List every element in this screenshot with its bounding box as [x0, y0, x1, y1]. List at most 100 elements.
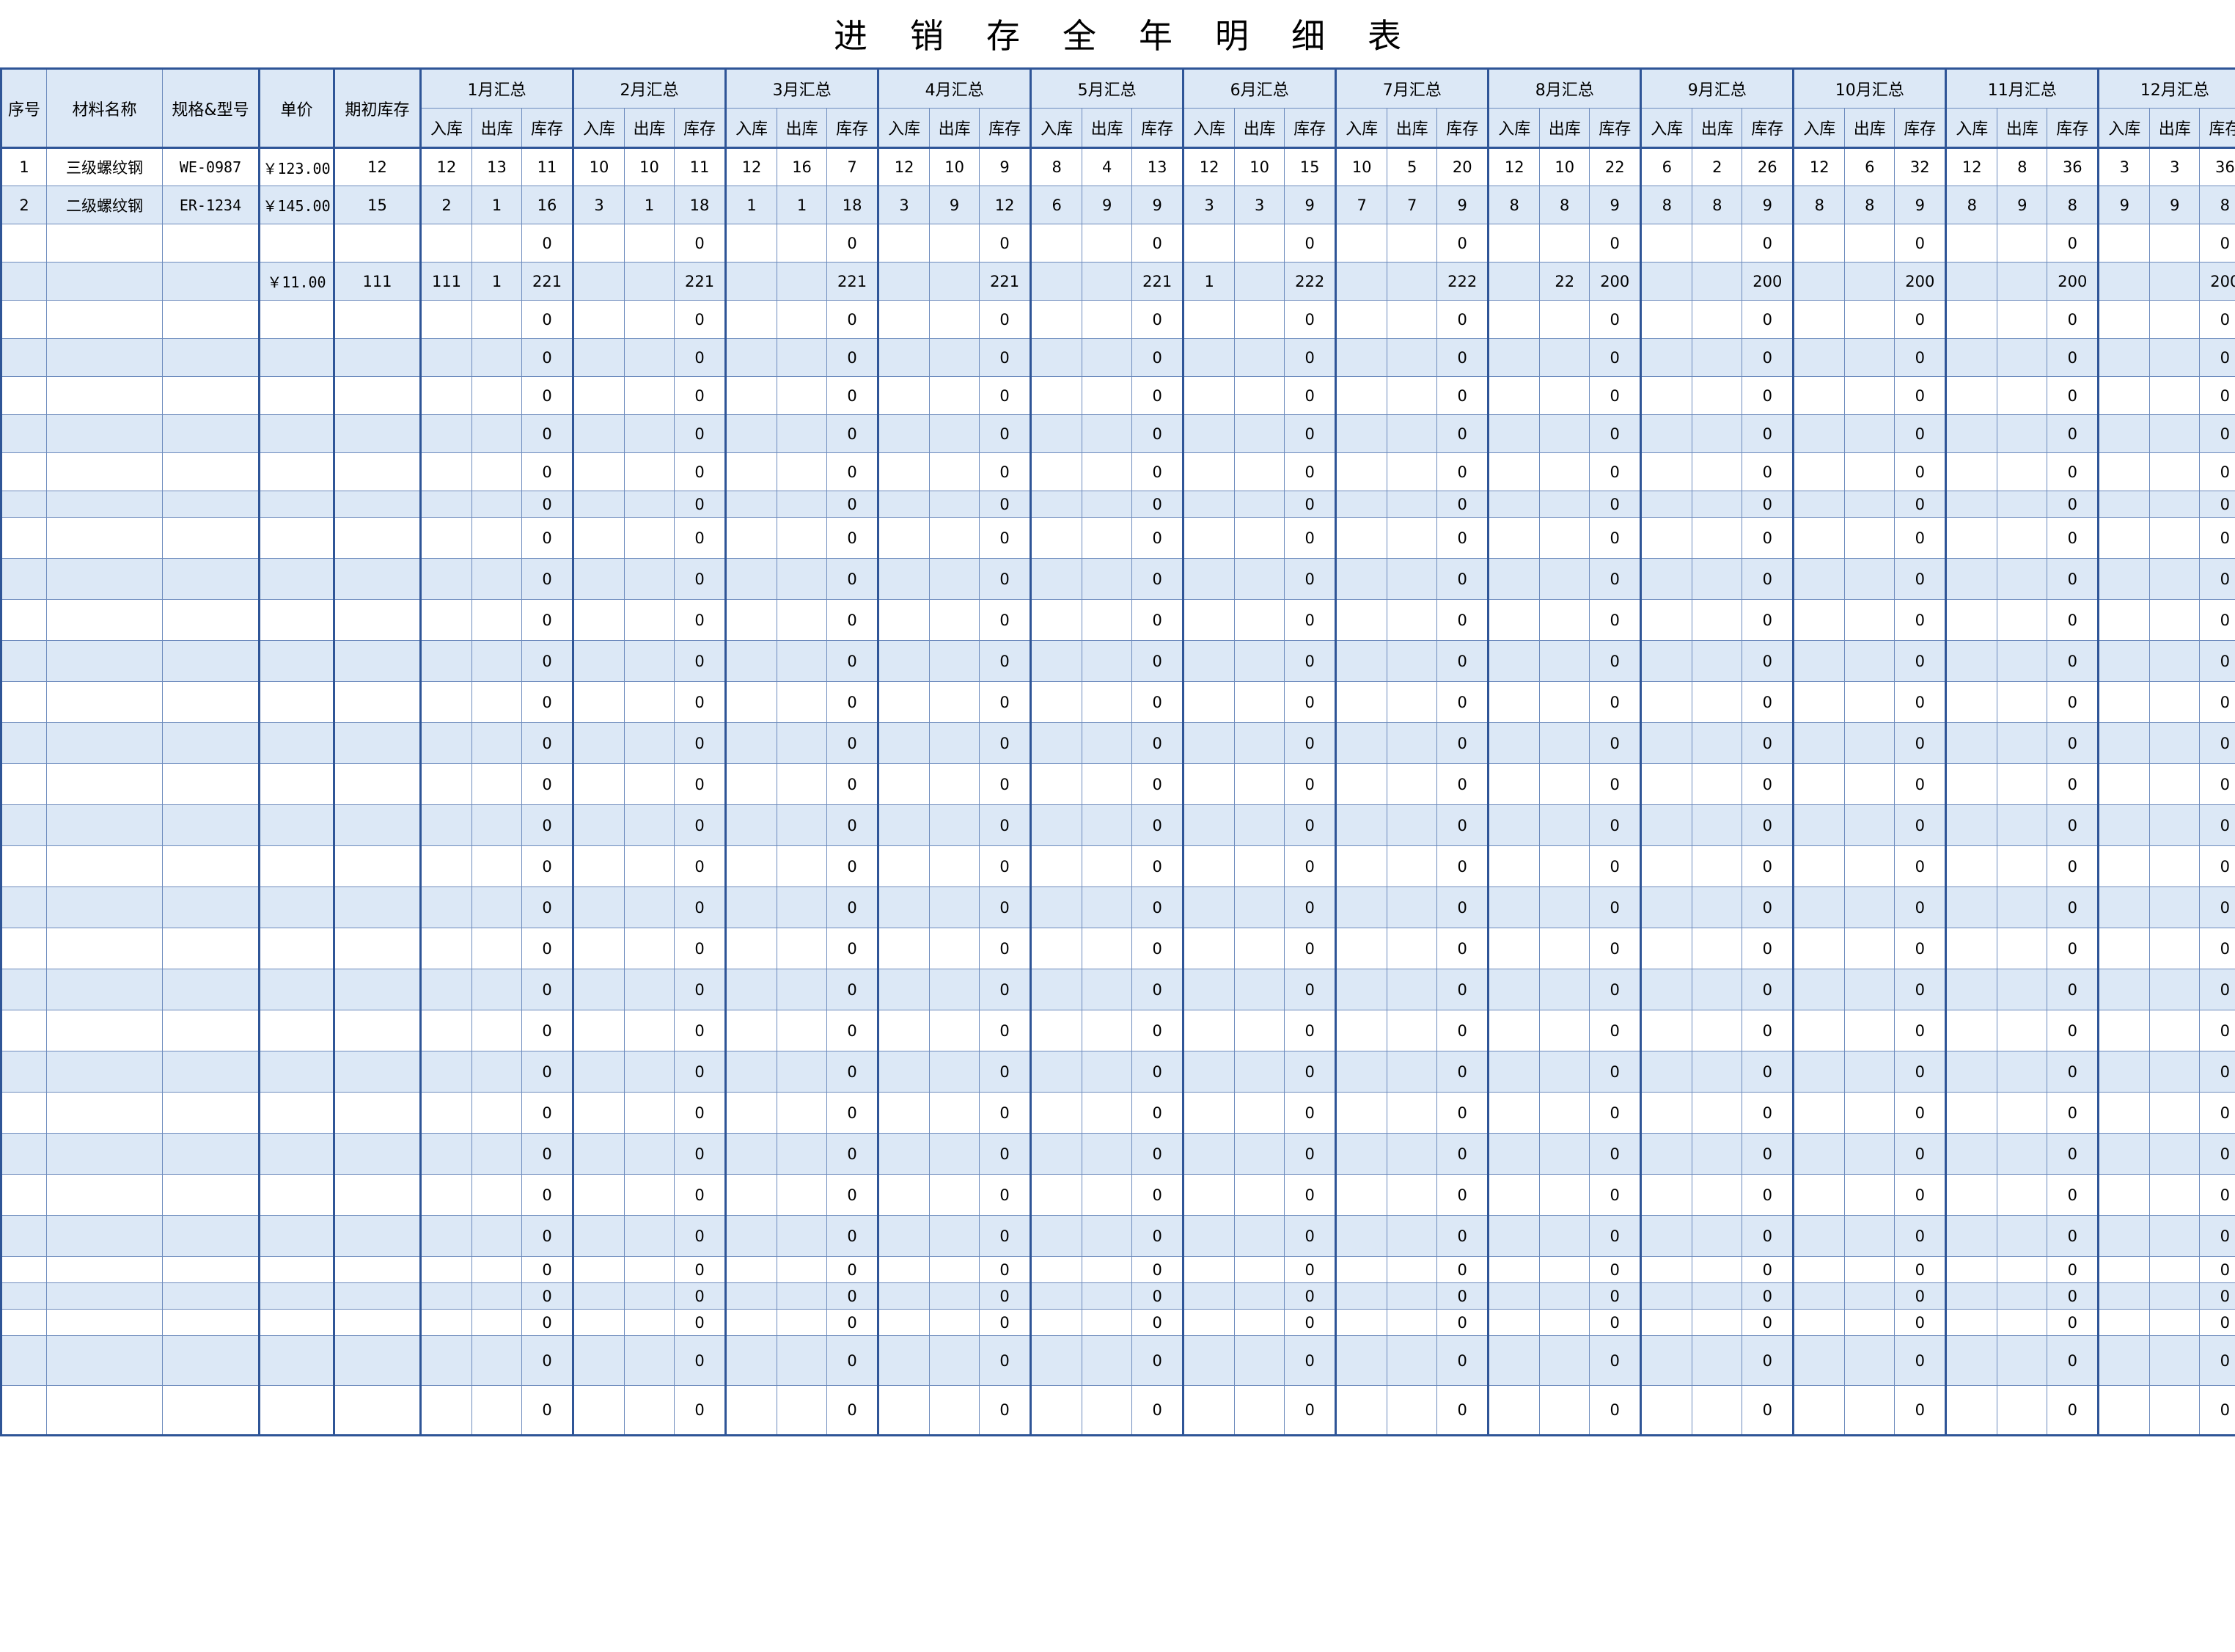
cell-stock[interactable]: 9	[1436, 186, 1489, 224]
cell-stock[interactable]: 0	[521, 558, 574, 600]
cell-stock[interactable]: 15	[1284, 147, 1337, 186]
cell-in[interactable]	[1640, 763, 1693, 805]
cell-material-name[interactable]	[46, 681, 163, 723]
cell-material-name[interactable]	[46, 414, 163, 453]
cell-in[interactable]	[1792, 640, 1846, 682]
cell-in[interactable]	[724, 969, 778, 1010]
cell-in[interactable]	[419, 1282, 472, 1310]
cell-out[interactable]	[624, 640, 675, 682]
cell-in[interactable]	[1640, 1385, 1693, 1436]
header-month-10[interactable]: 10月汇总	[1792, 67, 1947, 109]
cell-out[interactable]	[1082, 1335, 1133, 1386]
cell-in[interactable]	[1030, 376, 1083, 415]
cell-stock[interactable]: 0	[1894, 1335, 1947, 1386]
cell-in[interactable]	[1030, 1174, 1083, 1216]
cell-opening-stock[interactable]	[333, 845, 421, 887]
cell-out[interactable]	[2149, 224, 2201, 263]
cell-opening-stock[interactable]	[333, 491, 421, 518]
cell-material-name[interactable]	[46, 1335, 163, 1386]
cell-stock[interactable]: 8	[2199, 186, 2235, 224]
cell-in[interactable]	[1792, 1215, 1846, 1257]
cell-out[interactable]	[624, 1174, 675, 1216]
cell-out[interactable]	[1387, 804, 1438, 846]
cell-stock[interactable]: 0	[1589, 376, 1642, 415]
cell-in[interactable]	[1487, 886, 1541, 928]
header-stock[interactable]: 库存	[2199, 108, 2235, 149]
cell-unit-price[interactable]	[258, 1215, 334, 1257]
cell-unit-price[interactable]	[258, 886, 334, 928]
cell-stock[interactable]: 0	[979, 1282, 1032, 1310]
cell-stock[interactable]: 0	[1131, 722, 1184, 764]
header-month-9[interactable]: 9月汇总	[1640, 67, 1794, 109]
cell-stock[interactable]: 0	[1589, 763, 1642, 805]
cell-out[interactable]	[1539, 1309, 1590, 1336]
cell-in[interactable]	[877, 1174, 931, 1216]
cell-in[interactable]	[1640, 599, 1693, 641]
cell-stock[interactable]: 0	[521, 722, 574, 764]
cell-out[interactable]	[1082, 928, 1133, 969]
cell-unit-price[interactable]	[258, 763, 334, 805]
cell-out[interactable]	[777, 928, 828, 969]
cell-in[interactable]	[724, 1385, 778, 1436]
cell-out[interactable]	[2149, 491, 2201, 518]
cell-out[interactable]	[1234, 376, 1285, 415]
cell-stock[interactable]: 18	[826, 186, 879, 224]
cell-stock[interactable]: 0	[521, 599, 574, 641]
cell-in[interactable]	[1487, 1309, 1541, 1336]
cell-spec[interactable]	[162, 1282, 260, 1310]
cell-out[interactable]	[624, 599, 675, 641]
cell-out[interactable]	[1844, 517, 1895, 559]
cell-stock[interactable]: 0	[826, 1010, 879, 1051]
header-out[interactable]: 出库	[1539, 108, 1590, 149]
cell-out[interactable]	[2149, 1309, 2201, 1336]
cell-out[interactable]	[1844, 681, 1895, 723]
cell-in[interactable]	[2097, 376, 2151, 415]
cell-in[interactable]	[2097, 224, 2151, 263]
cell-in[interactable]	[1487, 1282, 1541, 1310]
header-out[interactable]: 出库	[1082, 108, 1133, 149]
cell-out[interactable]	[471, 338, 522, 377]
cell-out[interactable]: 8	[1692, 186, 1743, 224]
cell-out[interactable]	[1692, 300, 1743, 339]
cell-material-name[interactable]	[46, 1051, 163, 1093]
cell-out[interactable]	[1539, 845, 1590, 887]
cell-out[interactable]	[2149, 376, 2201, 415]
cell-out[interactable]	[777, 300, 828, 339]
header-spec[interactable]: 规格&型号	[162, 67, 260, 149]
cell-in[interactable]	[572, 599, 625, 641]
cell-stock[interactable]: 0	[979, 804, 1032, 846]
cell-stock[interactable]: 13	[1131, 147, 1184, 186]
cell-stock[interactable]: 0	[1742, 414, 1794, 453]
cell-in[interactable]	[1487, 763, 1541, 805]
cell-stock[interactable]: 221	[674, 262, 727, 301]
cell-in[interactable]	[572, 1215, 625, 1257]
cell-in[interactable]	[877, 928, 931, 969]
cell-in[interactable]	[1182, 414, 1236, 453]
cell-out[interactable]	[1082, 1133, 1133, 1175]
cell-in[interactable]	[724, 1282, 778, 1310]
cell-out[interactable]	[471, 599, 522, 641]
cell-unit-price[interactable]	[258, 414, 334, 453]
cell-stock[interactable]: 0	[1589, 1051, 1642, 1093]
cell-out[interactable]	[929, 928, 980, 969]
cell-stock[interactable]: 0	[979, 1309, 1032, 1336]
cell-stock[interactable]: 0	[1436, 517, 1489, 559]
cell-out[interactable]	[1539, 804, 1590, 846]
cell-in[interactable]	[1640, 1309, 1693, 1336]
cell-stock[interactable]: 0	[521, 517, 574, 559]
cell-opening-stock[interactable]	[333, 338, 421, 377]
cell-out[interactable]	[1692, 452, 1743, 491]
cell-stock[interactable]: 0	[1589, 452, 1642, 491]
cell-in[interactable]	[2097, 558, 2151, 600]
cell-stock[interactable]: 0	[1589, 969, 1642, 1010]
cell-out[interactable]	[1844, 1335, 1895, 1386]
cell-in[interactable]	[1945, 414, 1998, 453]
cell-out[interactable]	[929, 804, 980, 846]
cell-stock[interactable]: 0	[1742, 338, 1794, 377]
cell-stock[interactable]: 0	[1131, 1309, 1184, 1336]
cell-opening-stock[interactable]	[333, 1256, 421, 1283]
cell-in[interactable]	[724, 681, 778, 723]
cell-in[interactable]	[572, 763, 625, 805]
cell-out[interactable]	[2149, 262, 2201, 301]
cell-stock[interactable]: 0	[2199, 376, 2235, 415]
